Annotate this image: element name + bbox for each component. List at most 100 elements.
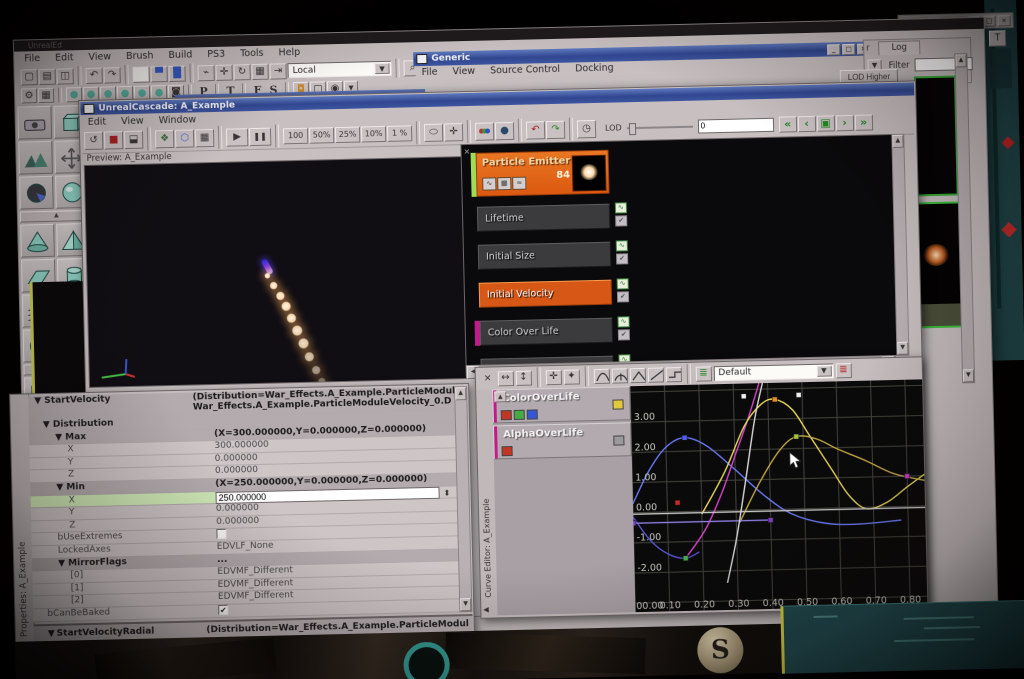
menu-item-edit[interactable]: Edit <box>88 116 107 127</box>
chevron-down-icon[interactable]: ▼ <box>374 63 389 74</box>
lod-add-icon[interactable]: ▣ <box>816 115 834 131</box>
expand-arrow-icon[interactable]: ▼ <box>58 558 68 568</box>
close-icon[interactable]: × <box>997 15 1010 26</box>
sphere-preview-icon[interactable]: ● <box>495 121 514 139</box>
preview-viewport[interactable] <box>84 156 467 388</box>
curve-preset-dropdown[interactable]: Default▼ <box>713 363 833 381</box>
fit-horizontal-icon[interactable]: ↔ <box>497 370 513 385</box>
browser-tab-log[interactable]: Log <box>878 40 920 55</box>
curve-constant-icon[interactable] <box>665 367 681 382</box>
lod-lower-icon[interactable]: ‹ <box>797 115 815 131</box>
fill-mode-button[interactable]: █ <box>168 65 185 81</box>
toolbar-icon-button[interactable]: ◫ <box>56 68 73 84</box>
toolbar-icon-button[interactable]: ↻ <box>233 64 250 80</box>
toolbar-icon-button[interactable]: ▦ <box>251 63 268 79</box>
scroll-up-icon[interactable]: ▲ <box>955 54 966 67</box>
channel-swatch[interactable] <box>514 410 525 420</box>
pan-mode-icon[interactable]: ✛ <box>545 369 561 384</box>
emitter-thumbnail[interactable] <box>572 155 607 192</box>
realtime-clock-icon[interactable]: ◷ <box>577 119 596 137</box>
expand-arrow-icon[interactable]: ▼ <box>43 420 53 430</box>
curve-plot-area[interactable]: 3.002.001.000.00-1.00-2.0000.000.100.200… <box>630 379 927 612</box>
toolbar-icon-button[interactable]: ✛ <box>215 64 232 80</box>
scroll-down-icon[interactable]: ▼ <box>963 369 974 382</box>
lod-value-input[interactable] <box>697 117 773 133</box>
collapse-left-icon[interactable]: ◀ <box>483 606 489 614</box>
scroll-up-icon[interactable]: ▲ <box>455 387 466 400</box>
module-row-color-over-life[interactable]: Color Over Life <box>480 318 614 346</box>
module-curve-toggle-icon[interactable]: ∿ <box>615 202 627 213</box>
zoom-10-button[interactable]: 10% <box>361 125 386 142</box>
menu-item-docking[interactable]: Docking <box>575 63 614 75</box>
lod-highest-icon[interactable]: » <box>854 114 872 130</box>
menu-item-source-control[interactable]: Source Control <box>490 64 560 77</box>
module-row-initial-size[interactable]: Initial Size <box>478 242 612 270</box>
zoom-25-button[interactable]: 25% <box>335 126 360 143</box>
scroll-down-icon[interactable]: ▼ <box>897 342 908 355</box>
curve-auto-icon[interactable] <box>593 368 609 383</box>
channel-swatch[interactable] <box>527 409 538 419</box>
menu-item-edit[interactable]: Edit <box>55 52 74 63</box>
module-curve-toggle-icon[interactable]: ∿ <box>617 316 629 327</box>
zoom-100-button[interactable]: 100 <box>283 127 308 144</box>
toolbar-icon-button[interactable]: ↶ <box>85 67 102 83</box>
value-spinner[interactable]: ⬍ <box>443 488 450 497</box>
emitter-render-mode-icon[interactable]: ∿ <box>482 177 496 190</box>
play-button[interactable]: ▶ <box>226 128 248 147</box>
curve-track-coloroverlife[interactable]: ColorOverLife <box>492 386 631 423</box>
toolbar-icon-button[interactable]: ⌁ <box>197 64 214 80</box>
menu-item-ps3[interactable]: PS3 <box>207 49 225 60</box>
module-row-lifetime[interactable]: Lifetime <box>477 204 611 232</box>
menu-item-view[interactable]: View <box>88 51 111 63</box>
module-enabled-checkbox[interactable]: ✔ <box>615 215 627 226</box>
module-enabled-checkbox[interactable]: ✔ <box>616 253 628 264</box>
background-color-icon[interactable]: ⬭ <box>424 123 443 141</box>
fill-mode-button[interactable]: ▀ <box>150 66 167 82</box>
wedge-tool-icon[interactable] <box>19 176 54 210</box>
orbit-mode-icon[interactable]: ❖ <box>155 129 174 147</box>
curve-linear-icon[interactable] <box>647 367 663 382</box>
zoom-mode-icon[interactable]: ✦ <box>563 369 579 384</box>
track-visibility-swatch[interactable] <box>612 399 623 409</box>
menu-item-view[interactable]: View <box>452 66 475 78</box>
asset-thumbnail[interactable] <box>914 75 959 196</box>
scroll-up-icon[interactable]: ▲ <box>892 135 903 148</box>
channel-swatch[interactable] <box>501 410 512 420</box>
menu-item-build[interactable]: Build <box>168 49 192 61</box>
checkbox-unchecked[interactable] <box>216 529 226 539</box>
module-enabled-checkbox[interactable]: ✔ <box>618 329 630 340</box>
fit-vertical-icon[interactable]: ↕ <box>515 370 531 385</box>
module-curve-toggle-icon[interactable]: ∿ <box>617 278 629 289</box>
emitter-header[interactable]: Particle Emitter84∿▦≈ <box>476 150 610 197</box>
curve-track-alphaoverlife[interactable]: AlphaOverLife <box>493 422 632 459</box>
close-icon[interactable]: × <box>484 373 492 383</box>
channel-swatch[interactable] <box>502 446 513 456</box>
track-visibility-swatch[interactable] <box>613 435 624 445</box>
toolbar-icon-button[interactable]: ▦ <box>38 88 54 103</box>
coordinate-system-dropdown[interactable]: Local▼ <box>287 61 391 78</box>
menu-item-brush[interactable]: Brush <box>126 50 154 62</box>
origin-axis-icon[interactable]: ✛ <box>444 123 463 141</box>
fill-mode-button[interactable] <box>132 66 149 82</box>
thumbnail-camera-icon[interactable]: ⬓ <box>124 130 143 148</box>
rgb-channels-icon[interactable] <box>475 122 494 140</box>
toolbar-icon-button[interactable]: ▢ <box>20 69 37 85</box>
tab-create-icon[interactable]: ≣ <box>695 366 711 381</box>
emitter-canvas[interactable]: × Particle Emitter84∿▦≈ Lifetime ∿ ✔ Initial … <box>460 134 897 366</box>
maximize-icon[interactable]: □ <box>842 43 855 54</box>
toolbar-icon-button[interactable]: ▤ <box>38 68 55 84</box>
menu-item-file[interactable]: File <box>24 53 40 64</box>
lod-slider[interactable] <box>627 121 693 133</box>
restart-level-icon[interactable]: ■ <box>104 131 123 149</box>
expand-arrow-icon[interactable]: ▼ <box>56 483 66 493</box>
menu-item-file[interactable]: File <box>422 67 438 78</box>
expand-arrow-icon[interactable]: ▼ <box>34 396 44 406</box>
zoom-50-button[interactable]: 50% <box>309 127 334 144</box>
pause-button[interactable]: ❚❚ <box>249 127 271 146</box>
camera-tool-icon[interactable] <box>17 106 52 140</box>
close-icon[interactable]: × <box>463 147 470 156</box>
scroll-up-icon[interactable]: ▲ <box>494 391 506 402</box>
toolbar-icon-button[interactable]: ⇥ <box>269 63 286 79</box>
restart-sim-icon[interactable]: ↺ <box>84 131 103 149</box>
minimize-icon[interactable]: _ <box>827 44 840 55</box>
